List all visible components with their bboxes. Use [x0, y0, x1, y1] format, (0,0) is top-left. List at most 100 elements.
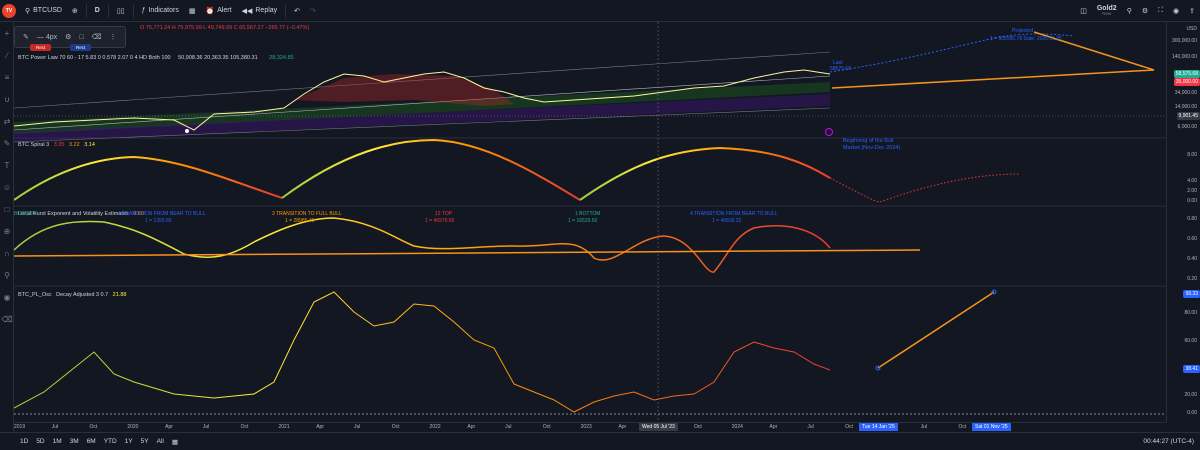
calendar-icon[interactable]: ▦: [172, 438, 178, 446]
spiral-sublabel: 1 = 1355.65: [145, 218, 172, 224]
range-button[interactable]: YTD: [104, 438, 117, 445]
spiral-curve: [281, 138, 581, 201]
avatar[interactable]: TV: [2, 3, 16, 18]
chart-type-button[interactable]: ▯▯: [112, 0, 130, 22]
crosshair-tool[interactable]: +: [0, 22, 14, 44]
bull-note-line-2: Market (Nov-Dec 2024): [843, 145, 901, 151]
line-width-button[interactable]: — 4px: [37, 34, 57, 41]
range-button[interactable]: 1D: [20, 438, 28, 445]
last-value: 58575.68: [830, 66, 851, 72]
chip-label: Rect: [36, 45, 46, 50]
trash-icon: ⌫: [1, 314, 13, 324]
screenshot-button[interactable]: ◉: [1168, 0, 1184, 22]
brush-tool[interactable]: ✎: [0, 132, 14, 154]
ruler-tool[interactable]: □: [0, 198, 14, 220]
rect-chip-blue[interactable]: Rect: [70, 44, 92, 51]
spiral-label: 3 TRANSITION TO FULL BULL: [272, 211, 342, 217]
trash-icon[interactable]: ⌫: [92, 33, 102, 41]
smiley-icon: ☺: [2, 182, 12, 192]
drawing-toolbar: + ∕ ≡ ∪ ⇄ ✎ T ☺ □ ⊕ ∩ ⚲ ◉ ⌫: [0, 22, 14, 432]
time-axis-label: 2019: [14, 424, 26, 430]
osc-legend[interactable]: BTC_PL_Osc Decay Adjusted 3 0.7 21.88: [18, 292, 126, 298]
time-axis[interactable]: 2019 Jul Oct 2020 Apr Jul Oct 2021 Apr Jul Oct 2022…: [14, 422, 1166, 432]
magnet-icon: ∩: [4, 248, 10, 258]
power-law-name: BTC Power Law 70 60 - 17 5.83 0 0.578 2.…: [18, 55, 171, 61]
indicators-button[interactable]: ƒ Indicators: [137, 0, 184, 22]
zoom-icon: ⊕: [3, 226, 11, 236]
range-button[interactable]: 5Y: [141, 438, 149, 445]
layout-button[interactable]: ◫: [1075, 0, 1092, 22]
alarm-icon: ⏰: [205, 7, 215, 15]
zoom-tool[interactable]: ⊕: [0, 220, 14, 242]
range-button[interactable]: 1Y: [125, 438, 133, 445]
account-button[interactable]: Gold2 New: [1092, 0, 1122, 22]
more-icon[interactable]: ⋮: [110, 33, 117, 41]
fullscreen-button[interactable]: ⛶: [1153, 0, 1168, 22]
price-axis[interactable]: USD 300,000.00 140,000.00 58,575.68 35,0…: [1166, 22, 1200, 422]
text-tool[interactable]: T: [0, 154, 14, 176]
crosshair-icon: +: [4, 28, 10, 38]
delete-tool[interactable]: ⌫: [0, 308, 14, 330]
hide-tool[interactable]: ◉: [0, 286, 14, 308]
magnet-tool[interactable]: ∩: [0, 242, 14, 264]
projection-tool[interactable]: ⇄: [0, 110, 14, 132]
fib-tool[interactable]: ≡: [0, 66, 14, 88]
quick-search-button[interactable]: ⚲: [1122, 0, 1137, 22]
spiral-curve: [579, 146, 831, 201]
clock[interactable]: 00:44:27 (UTC-4): [1143, 438, 1194, 445]
rect-chip-red[interactable]: Rect: [30, 44, 52, 51]
layout-templates-button[interactable]: ▦: [184, 0, 201, 22]
axis-label: USD: [1186, 26, 1197, 32]
redo-button[interactable]: ↷: [305, 0, 321, 22]
undo-button[interactable]: ↶: [289, 0, 305, 22]
candles-icon: ▯▯: [116, 7, 125, 15]
range-button[interactable]: 6M: [87, 438, 96, 445]
pattern-tool[interactable]: ∪: [0, 88, 14, 110]
time-axis-label: 2021: [278, 424, 290, 430]
camera-icon: ◉: [1173, 7, 1180, 15]
replay-icon: ◀◀: [241, 7, 253, 15]
spiral-legend[interactable]: BTC Spiral 3 3.35 3.22 3.14: [18, 142, 95, 148]
spiral-label: 4 TRANSITION FROM BEAR TO BULL: [690, 211, 778, 217]
axis-label: 14,000.00: [1174, 104, 1197, 110]
fib-icon: ≡: [4, 72, 10, 82]
replay-button[interactable]: ◀◀ Replay: [237, 0, 283, 22]
spiral-label: BOTTOM: [14, 211, 36, 217]
osc-trendline[interactable]: [877, 291, 995, 369]
plus-circle-icon: ⊕: [71, 7, 78, 15]
time-axis-label: Jul: [202, 424, 210, 430]
lock-tool[interactable]: ⚲: [0, 264, 14, 286]
alert-button[interactable]: ⏰ Alert: [200, 0, 236, 22]
time-axis-label: Oct: [240, 424, 249, 430]
interval-button[interactable]: D: [90, 0, 105, 22]
pencil-icon[interactable]: ✎: [23, 33, 29, 41]
interval-label: D: [94, 7, 100, 14]
range-button[interactable]: 1M: [53, 438, 62, 445]
axis-label: 20.00: [1184, 392, 1197, 398]
symbol-search[interactable]: ⚲ BTCUSD: [20, 0, 67, 22]
publish-button[interactable]: ⇪: [1184, 0, 1200, 22]
crosshair-date-label: Wed 05 Jul '23: [639, 423, 678, 431]
spiral-label: 1 BOTTOM: [575, 211, 601, 217]
range-button[interactable]: 5D: [36, 438, 44, 445]
settings-icon[interactable]: ⚙: [65, 33, 71, 41]
osc-badge: 38.41: [1183, 365, 1200, 373]
emoji-tool[interactable]: ☺: [0, 176, 14, 198]
bull-note-marker[interactable]: [825, 128, 833, 136]
osc-params: Decay Adjusted 3 0.7: [56, 292, 109, 298]
axis-label: 8.00: [1187, 152, 1197, 158]
axis-label: 0.60: [1187, 236, 1197, 242]
trendline-tool[interactable]: ∕: [0, 44, 14, 66]
line-icon: ∕: [6, 50, 8, 60]
range-button[interactable]: All: [157, 438, 164, 445]
range-button[interactable]: 3M: [70, 438, 79, 445]
settings-button[interactable]: ⚙: [1137, 0, 1153, 22]
compare-button[interactable]: ⊕: [67, 0, 83, 22]
power-law-legend[interactable]: BTC Power Law 70 60 - 17 5.83 0 0.578 2.…: [18, 55, 294, 61]
hurst-trendline[interactable]: [14, 249, 921, 257]
search-icon: ⚲: [1126, 7, 1132, 15]
divider: [285, 3, 287, 18]
osc-badge-top: 98.33: [1183, 290, 1200, 298]
time-axis-label: Apr: [165, 424, 173, 430]
lock-icon[interactable]: □: [79, 34, 83, 41]
